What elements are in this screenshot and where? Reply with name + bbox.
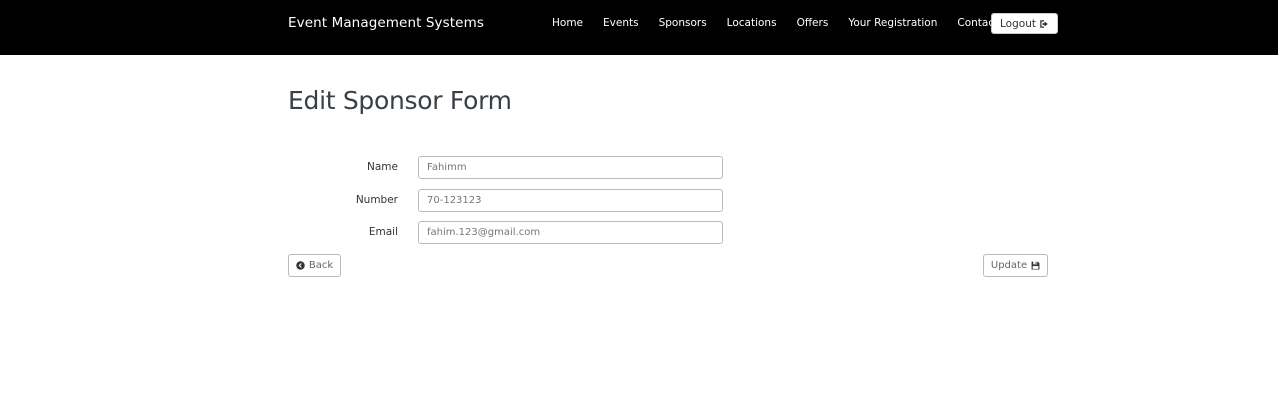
brand-title[interactable]: Event Management Systems bbox=[288, 15, 484, 31]
email-label: Email bbox=[368, 226, 398, 238]
name-label: Name bbox=[367, 161, 398, 173]
sign-out-icon bbox=[1040, 19, 1048, 28]
form-row-number: Number bbox=[288, 189, 723, 212]
number-input[interactable] bbox=[418, 189, 723, 212]
number-label: Number bbox=[355, 194, 398, 206]
name-input[interactable] bbox=[418, 156, 723, 179]
page-title: Edit Sponsor Form bbox=[288, 86, 512, 115]
logout-label: Logout bbox=[1000, 17, 1036, 30]
form-row-email: Email bbox=[288, 221, 723, 244]
floppy-disk-icon bbox=[1031, 261, 1040, 270]
email-input[interactable] bbox=[418, 221, 723, 244]
back-button[interactable]: Back bbox=[288, 254, 341, 277]
top-navbar: Event Management Systems Home Events Spo… bbox=[0, 0, 1278, 55]
update-label: Update bbox=[990, 260, 1028, 271]
logout-button[interactable]: Logout bbox=[991, 13, 1058, 34]
nav-link-home[interactable]: Home bbox=[552, 17, 583, 29]
nav-link-events[interactable]: Events bbox=[603, 17, 639, 29]
nav-link-sponsors[interactable]: Sponsors bbox=[659, 17, 707, 29]
form-row-name: Name bbox=[288, 156, 723, 179]
main-nav: Home Events Sponsors Locations Offers Yo… bbox=[552, 17, 1035, 29]
nav-link-locations[interactable]: Locations bbox=[727, 17, 777, 29]
update-button[interactable]: Update bbox=[983, 254, 1048, 277]
back-label: Back bbox=[308, 260, 334, 271]
circle-arrow-left-icon bbox=[296, 261, 305, 270]
nav-link-offers[interactable]: Offers bbox=[797, 17, 829, 29]
nav-link-your-registration[interactable]: Your Registration bbox=[848, 17, 937, 29]
